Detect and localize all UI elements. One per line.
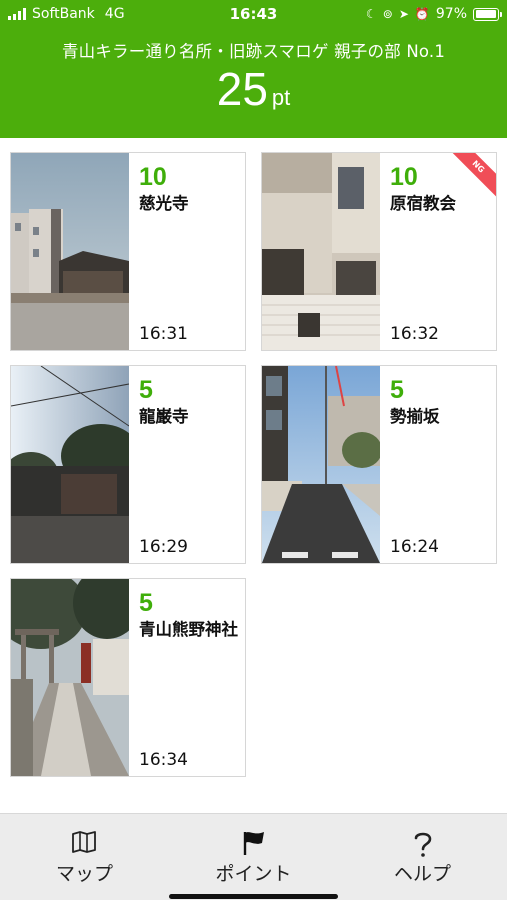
checkpoint-photo <box>11 366 129 563</box>
checkpoint-photo <box>262 366 380 563</box>
map-icon <box>0 830 169 856</box>
checkpoint-time: 16:29 <box>139 537 188 557</box>
tab-bar: マップ ポイント ヘルプ <box>0 813 507 900</box>
checkpoint-time: 16:32 <box>390 324 439 344</box>
checkpoint-time: 16:24 <box>390 537 439 557</box>
battery-icon <box>473 7 502 21</box>
tab-help[interactable]: ヘルプ <box>338 814 507 900</box>
tab-label: マップ <box>55 863 113 885</box>
home-indicator <box>169 894 338 899</box>
battery-level <box>475 10 496 18</box>
checkpoint-time: 16:34 <box>139 750 188 770</box>
checkpoint-name: 龍巌寺 <box>139 407 189 426</box>
tab-label: ポイント <box>215 863 292 885</box>
alarm-icon: ⏰ <box>414 7 430 21</box>
checkpoint-points: 10 <box>390 163 418 191</box>
rotation-lock-icon: ⊚ <box>382 7 393 21</box>
checkpoint-name: 青山熊野神社 <box>139 620 238 639</box>
status-right: ☾ ⊚ ➤ ⏰ 97% <box>366 6 502 22</box>
question-icon <box>338 830 507 857</box>
checkpoint-points: 5 <box>139 589 153 617</box>
checkpoint-name: 慈光寺 <box>139 194 189 213</box>
total-score: 25 pt <box>0 62 507 116</box>
checkpoint-card[interactable]: 5 勢揃坂 16:24 <box>261 365 497 564</box>
tab-label: ヘルプ <box>393 863 451 885</box>
moon-icon: ☾ <box>366 7 377 21</box>
score-unit: pt <box>271 85 291 110</box>
checkpoint-card[interactable]: 5 龍巌寺 16:29 <box>10 365 246 564</box>
status-bar: SoftBank 4G 16:43 ☾ ⊚ ➤ ⏰ 97% <box>0 0 507 30</box>
page-title: 青山キラー通り名所・旧跡スマロゲ 親子の部 No.1 <box>61 42 446 61</box>
checkpoint-points: 10 <box>139 163 167 191</box>
checkpoint-card[interactable]: 10 原宿教会 16:32 NG <box>261 152 497 351</box>
checkpoint-card[interactable]: 5 青山熊野神社 16:34 <box>10 578 246 777</box>
checkpoint-card[interactable]: 10 慈光寺 16:31 <box>10 152 246 351</box>
checkpoint-points: 5 <box>390 376 404 404</box>
checkpoint-name: 勢揃坂 <box>390 407 440 426</box>
location-arrow-icon: ➤ <box>398 7 409 21</box>
app-header: SoftBank 4G 16:43 ☾ ⊚ ➤ ⏰ 97% 青山キラー通り名所・… <box>0 0 507 138</box>
checkpoint-name: 原宿教会 <box>390 194 456 213</box>
flag-icon <box>169 830 338 856</box>
tab-map[interactable]: マップ <box>0 814 169 900</box>
battery-percent: 97% <box>435 6 467 22</box>
checkpoint-photo <box>11 579 129 776</box>
checkpoint-photo <box>262 153 380 350</box>
checkpoint-points: 5 <box>139 376 153 404</box>
score-value: 25 <box>216 63 268 115</box>
checkpoint-time: 16:31 <box>139 324 188 344</box>
checkpoint-photo <box>11 153 129 350</box>
tab-points[interactable]: ポイント <box>169 814 338 900</box>
